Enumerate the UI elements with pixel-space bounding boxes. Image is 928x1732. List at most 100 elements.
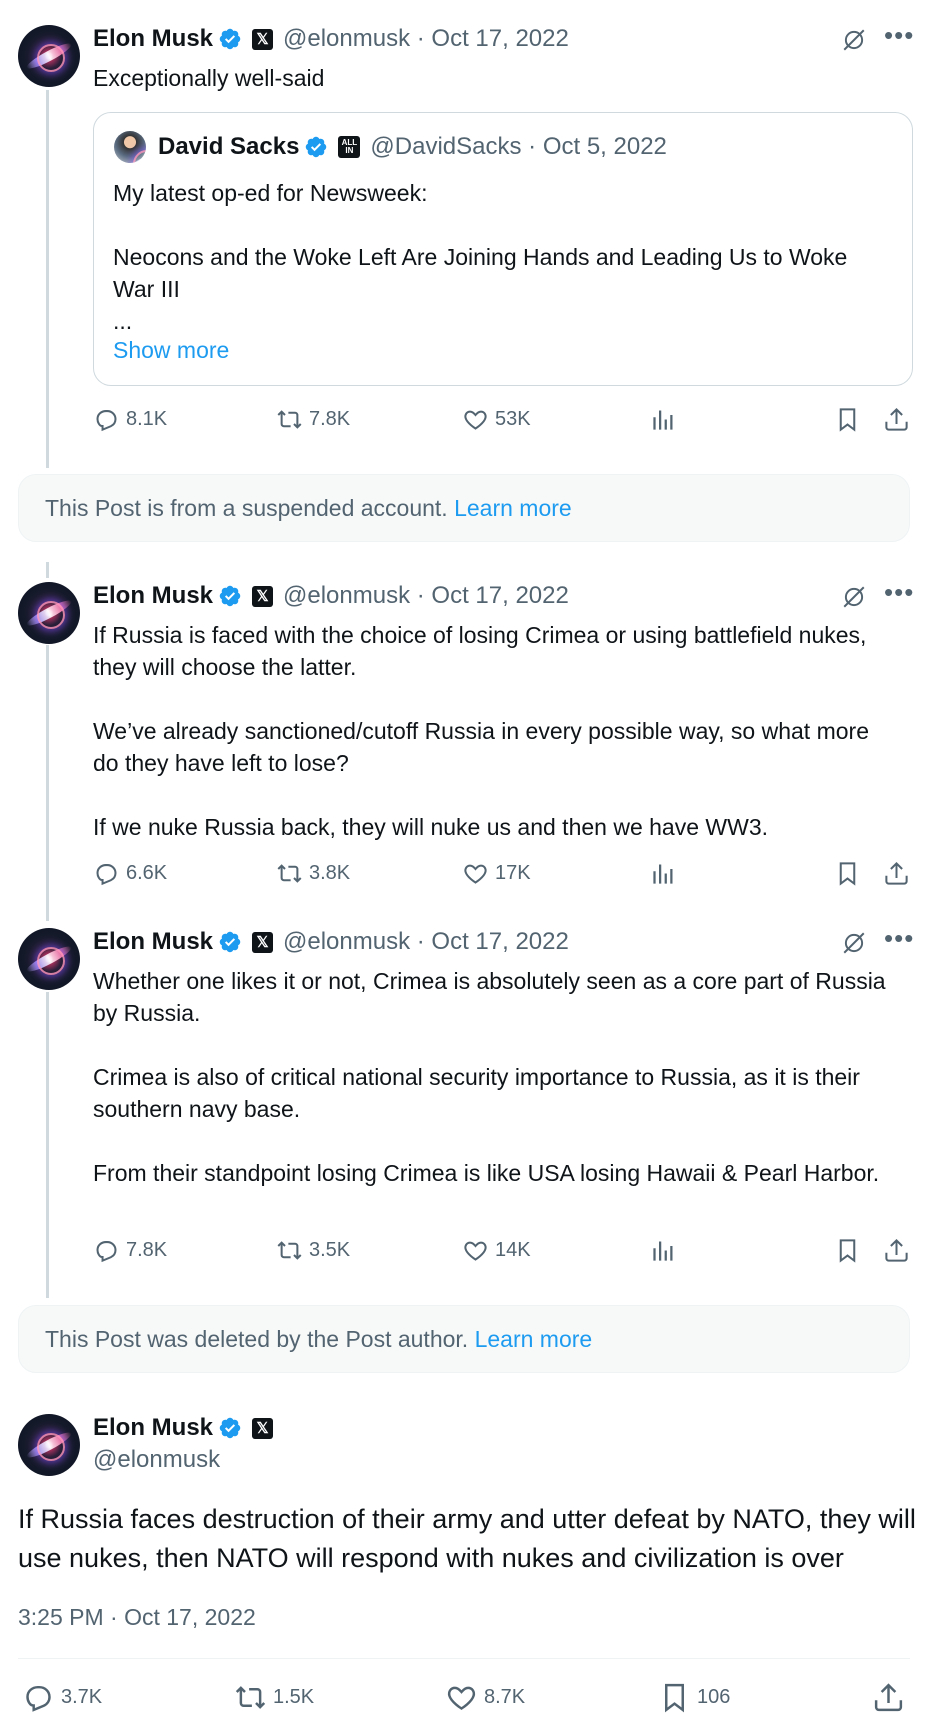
reply-count: 8.1K xyxy=(126,408,168,430)
x-affiliate-icon[interactable]: 𝕏 xyxy=(252,931,274,953)
repost-icon xyxy=(276,1237,303,1264)
share-button[interactable] xyxy=(883,860,916,887)
avatar[interactable] xyxy=(18,928,80,990)
bookmark-button[interactable] xyxy=(834,860,867,887)
share-button[interactable] xyxy=(883,1237,916,1264)
repost-button[interactable]: 1.5K xyxy=(234,1681,314,1714)
thread-line xyxy=(46,992,49,1298)
grok-icon[interactable] xyxy=(841,584,867,610)
post-date[interactable]: Oct 17, 2022 xyxy=(431,25,568,53)
thread-line xyxy=(46,645,49,921)
reply-button[interactable]: 3.7K xyxy=(22,1681,102,1714)
verified-badge-icon xyxy=(218,1416,242,1440)
bookmark-button[interactable] xyxy=(834,406,867,433)
repost-button[interactable]: 3.5K xyxy=(276,1237,350,1264)
more-icon[interactable]: ••• xyxy=(884,923,914,954)
author-name[interactable]: Elon Musk xyxy=(93,582,213,610)
repost-icon xyxy=(234,1681,267,1714)
reply-icon xyxy=(93,860,120,887)
x-affiliate-icon[interactable]: 𝕏 xyxy=(252,585,274,607)
separator: · xyxy=(410,928,432,955)
learn-more-link[interactable]: Learn more xyxy=(454,495,572,522)
share-icon xyxy=(883,1237,910,1264)
all-in-affiliate-icon: ALL IN xyxy=(338,136,361,158)
bookmark-count: 106 xyxy=(697,1686,731,1708)
x-affiliate-icon[interactable]: 𝕏 xyxy=(252,1417,274,1439)
avatar[interactable] xyxy=(18,25,80,87)
grok-icon[interactable] xyxy=(841,930,867,956)
author-handle[interactable]: @elonmusk xyxy=(283,928,410,956)
views-button[interactable] xyxy=(650,1237,683,1264)
views-button[interactable] xyxy=(650,860,683,887)
reply-button[interactable]: 6.6K xyxy=(93,860,167,887)
like-button[interactable]: 53K xyxy=(462,406,531,433)
suspended-notice: This Post is from a suspended account. L… xyxy=(18,474,910,542)
author-name[interactable]: Elon Musk xyxy=(93,928,213,956)
quoted-avatar xyxy=(114,131,146,163)
thread-line xyxy=(46,562,49,578)
thread-line xyxy=(46,90,49,468)
quoted-author-handle: @DavidSacks xyxy=(370,133,522,160)
like-count: 8.7K xyxy=(484,1686,526,1708)
repost-button[interactable]: 3.8K xyxy=(276,860,350,887)
reply-count: 7.8K xyxy=(126,1239,168,1261)
repost-count: 1.5K xyxy=(273,1686,315,1708)
show-more-link[interactable]: Show more xyxy=(113,334,229,366)
post-text: Whether one likes it or not, Crimea is a… xyxy=(93,968,886,1186)
share-button[interactable] xyxy=(883,406,916,433)
like-button[interactable]: 14K xyxy=(462,1237,531,1264)
avatar[interactable] xyxy=(18,582,80,644)
grok-icon[interactable] xyxy=(841,27,867,53)
author-handle[interactable]: @elonmusk xyxy=(283,25,410,53)
learn-more-link[interactable]: Learn more xyxy=(475,1326,593,1353)
repost-icon xyxy=(276,860,303,887)
views-button[interactable] xyxy=(650,406,683,433)
verified-badge-icon xyxy=(218,27,242,51)
repost-button[interactable]: 7.8K xyxy=(276,406,350,433)
bookmark-icon xyxy=(834,406,861,433)
like-icon xyxy=(462,1237,489,1264)
like-button[interactable]: 17K xyxy=(462,860,531,887)
separator: · xyxy=(410,25,432,52)
author-handle[interactable]: @elonmusk xyxy=(283,582,410,610)
author-name[interactable]: Elon Musk xyxy=(93,1414,213,1442)
post-date[interactable]: Oct 17, 2022 xyxy=(431,928,568,956)
like-icon xyxy=(445,1681,478,1714)
post-date[interactable]: Oct 17, 2022 xyxy=(431,582,568,610)
bookmark-button[interactable]: 106 xyxy=(658,1681,730,1714)
quoted-post-text: My latest op-ed for Newsweek: Neocons an… xyxy=(113,180,848,334)
separator: · xyxy=(410,582,432,609)
main-post-text: If Russia faces destruction of their arm… xyxy=(18,1504,916,1573)
author-handle[interactable]: @elonmusk xyxy=(93,1445,220,1475)
quoted-post-date: Oct 5, 2022 xyxy=(542,133,667,160)
avatar[interactable] xyxy=(18,1414,80,1476)
post-timestamp[interactable]: 3:25 PM · Oct 17, 2022 xyxy=(18,1604,256,1631)
repost-count: 3.8K xyxy=(309,862,351,884)
post-header: Elon Musk 𝕏 @elonmusk · Oct 17, 2022 xyxy=(93,927,569,957)
x-affiliate-icon[interactable]: 𝕏 xyxy=(252,28,274,50)
post-text: Exceptionally well-said xyxy=(93,65,325,91)
reply-icon xyxy=(22,1681,55,1714)
reply-count: 6.6K xyxy=(126,862,168,884)
post-header: Elon Musk 𝕏 @elonmusk · Oct 17, 2022 xyxy=(93,581,569,611)
reply-button[interactable]: 8.1K xyxy=(93,406,167,433)
reply-icon xyxy=(93,1237,120,1264)
divider xyxy=(18,1658,910,1659)
like-icon xyxy=(462,406,489,433)
quoted-post[interactable]: David Sacks ALL IN @DavidSacks · Oct 5, 2… xyxy=(93,112,913,386)
like-icon xyxy=(462,860,489,887)
reply-button[interactable]: 7.8K xyxy=(93,1237,167,1264)
bookmark-button[interactable] xyxy=(834,1237,867,1264)
verified-badge-icon xyxy=(218,930,242,954)
share-button[interactable] xyxy=(872,1681,911,1714)
like-button[interactable]: 8.7K xyxy=(445,1681,525,1714)
views-icon xyxy=(650,860,677,887)
main-post-header: Elon Musk 𝕏 xyxy=(93,1413,283,1443)
reply-icon xyxy=(93,406,120,433)
more-icon[interactable]: ••• xyxy=(884,20,914,51)
views-icon xyxy=(650,406,677,433)
author-name[interactable]: Elon Musk xyxy=(93,25,213,53)
notice-text: This Post was deleted by the Post author… xyxy=(45,1325,475,1352)
reply-count: 3.7K xyxy=(61,1686,103,1708)
more-icon[interactable]: ••• xyxy=(884,577,914,608)
